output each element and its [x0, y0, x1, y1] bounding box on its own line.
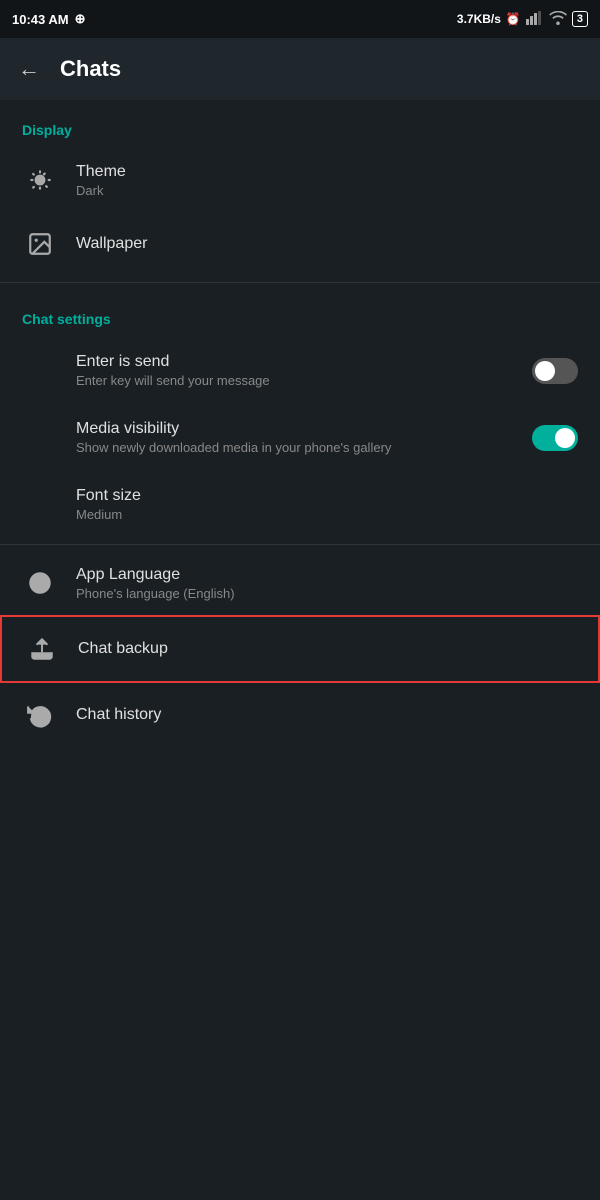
app-language-subtitle: Phone's language (English)	[76, 586, 578, 601]
wallpaper-setting[interactable]: Wallpaper	[0, 212, 600, 276]
divider-1	[0, 282, 600, 283]
media-visibility-setting[interactable]: Media visibility Show newly downloaded m…	[0, 404, 600, 471]
app-language-setting[interactable]: App Language Phone's language (English)	[0, 551, 600, 615]
page-title: Chats	[60, 56, 121, 82]
enter-is-send-title: Enter is send	[76, 353, 532, 371]
enter-is-send-toggle[interactable]	[532, 358, 578, 384]
font-size-setting[interactable]: Font size Medium	[0, 471, 600, 538]
content: Display Theme Dark Wallpaper Chat settin…	[0, 100, 600, 747]
wallpaper-icon	[22, 226, 58, 262]
theme-subtitle: Dark	[76, 183, 578, 198]
chat-backup-title: Chat backup	[78, 640, 576, 658]
media-visibility-text: Media visibility Show newly downloaded m…	[76, 420, 532, 455]
font-size-subtitle: Medium	[76, 507, 578, 522]
status-left: 10:43 AM ⊕	[12, 11, 86, 27]
enter-is-send-subtitle: Enter key will send your message	[76, 373, 532, 388]
globe-icon	[22, 565, 58, 601]
enter-is-send-text: Enter is send Enter key will send your m…	[76, 353, 532, 388]
theme-text: Theme Dark	[76, 163, 578, 198]
alarm-icon: ⏰	[506, 12, 521, 26]
media-visibility-toggle-thumb	[555, 428, 575, 448]
media-visibility-title: Media visibility	[76, 420, 532, 438]
display-section-label: Display	[0, 100, 600, 148]
wifi-icon	[549, 11, 567, 28]
network-speed: 3.7KB/s	[457, 12, 501, 26]
enter-is-send-setting[interactable]: Enter is send Enter key will send your m…	[0, 337, 600, 404]
divider-2	[0, 544, 600, 545]
chat-backup-setting[interactable]: Chat backup	[0, 615, 600, 683]
app-language-title: App Language	[76, 566, 578, 584]
app-language-text: App Language Phone's language (English)	[76, 566, 578, 601]
theme-title: Theme	[76, 163, 578, 181]
history-icon	[22, 697, 58, 733]
chat-history-setting[interactable]: Chat history	[0, 683, 600, 747]
font-size-text: Font size Medium	[76, 487, 578, 522]
battery-icon: 3	[572, 11, 588, 27]
signal-icon	[526, 11, 544, 28]
font-size-title: Font size	[76, 487, 578, 505]
mobile-icon: ⊕	[75, 11, 86, 27]
back-button[interactable]: ←	[18, 56, 40, 82]
chat-backup-text: Chat backup	[78, 640, 576, 658]
chat-history-text: Chat history	[76, 706, 578, 724]
theme-setting[interactable]: Theme Dark	[0, 148, 600, 212]
chat-settings-section-label: Chat settings	[0, 289, 600, 337]
chat-history-title: Chat history	[76, 706, 578, 724]
enter-is-send-toggle-thumb	[535, 361, 555, 381]
upload-icon	[24, 631, 60, 667]
theme-icon	[22, 162, 58, 198]
media-visibility-subtitle: Show newly downloaded media in your phon…	[76, 440, 532, 455]
wallpaper-text: Wallpaper	[76, 235, 578, 253]
wallpaper-title: Wallpaper	[76, 235, 578, 253]
status-right: 3.7KB/s ⏰ 3	[457, 11, 588, 28]
toolbar: ← Chats	[0, 38, 600, 100]
media-visibility-toggle[interactable]	[532, 425, 578, 451]
status-time: 10:43 AM	[12, 12, 69, 27]
status-bar: 10:43 AM ⊕ 3.7KB/s ⏰ 3	[0, 0, 600, 38]
